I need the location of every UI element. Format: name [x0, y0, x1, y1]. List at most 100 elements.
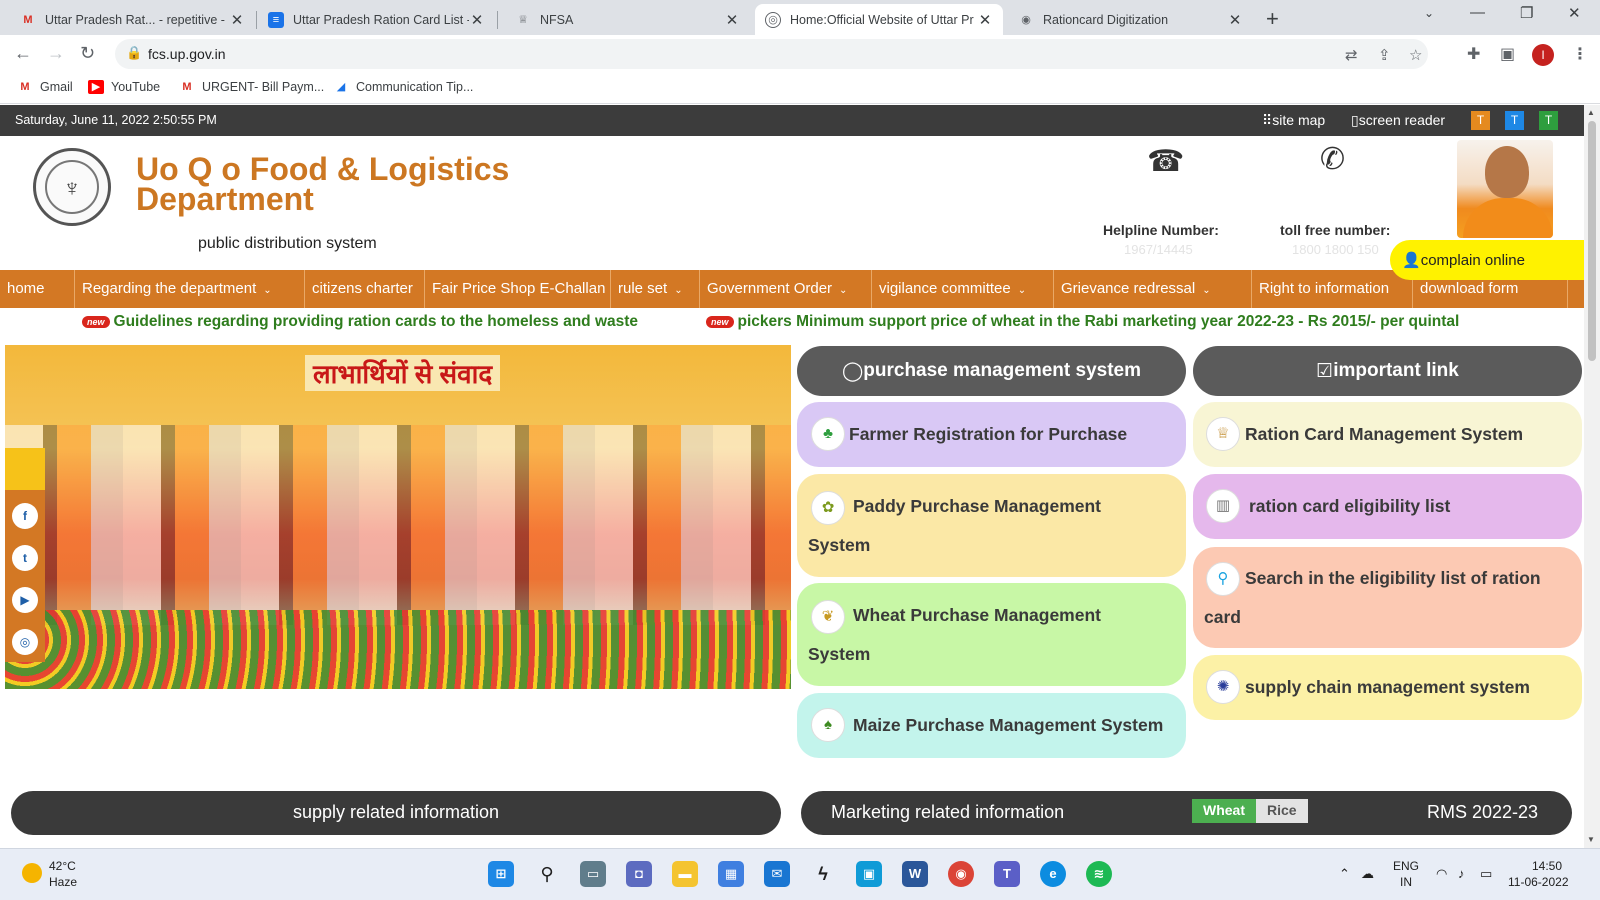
card-wheat-purchase[interactable]: ❦ Wheat Purchase Management System — [797, 583, 1186, 686]
chrome-icon[interactable]: ◉ — [948, 861, 974, 887]
scrollbar-thumb[interactable] — [1588, 121, 1596, 361]
restore-button[interactable]: ❐ — [1520, 4, 1533, 22]
search-icon[interactable]: ⚲ — [534, 861, 560, 887]
screen-reader-link[interactable]: ▯screen reader — [1351, 112, 1445, 129]
nav-home[interactable]: home — [0, 270, 75, 308]
news-item[interactable]: new pickers Minimum support price of whe… — [706, 313, 1459, 331]
close-icon[interactable]: ✕ — [977, 11, 993, 29]
language-indicator[interactable]: ENG — [1393, 859, 1419, 873]
scroll-up-icon[interactable]: ▲ — [1587, 108, 1595, 117]
font-size-normal-button[interactable]: T — [1505, 111, 1524, 130]
address-bar[interactable]: 🔒 fcs.up.gov.in ⇄ ⇪ ☆ — [115, 39, 1428, 69]
reload-icon[interactable]: ↻ — [80, 43, 95, 64]
nav-fair-price-shop-e-challan[interactable]: Fair Price Shop E-Challan — [425, 270, 611, 308]
card-ration-card-management[interactable]: ♕ Ration Card Management System — [1193, 402, 1582, 467]
department-emblem-logo[interactable]: ♆ — [33, 148, 111, 226]
supply-info-heading: supply related information — [11, 791, 781, 835]
bolt-app-icon[interactable]: ϟ — [810, 861, 836, 887]
close-icon[interactable]: ✕ — [724, 11, 740, 29]
lock-icon[interactable]: 🔒 — [126, 45, 142, 61]
volume-icon[interactable]: ♪ — [1458, 866, 1465, 881]
file-explorer-icon[interactable]: ▬ — [672, 861, 698, 887]
complain-online-label: complain online — [1420, 251, 1525, 269]
battery-icon[interactable]: ▭ — [1480, 866, 1492, 882]
menu-kebab-icon[interactable]: ⋮ — [1572, 44, 1588, 64]
news-item[interactable]: new Guidelines regarding providing ratio… — [82, 313, 638, 331]
url-text[interactable]: fcs.up.gov.in — [148, 46, 226, 62]
complain-online-button[interactable]: 👤 complain online — [1390, 240, 1584, 280]
back-icon[interactable]: ← — [14, 43, 32, 64]
edge-icon[interactable]: e — [1040, 861, 1066, 887]
tab-gmail[interactable]: M Uttar Pradesh Rat... - repetitive - ✕ — [10, 4, 255, 35]
page-scrollbar[interactable]: ▲ ▼ — [1584, 105, 1600, 848]
twitter-icon[interactable]: t — [12, 545, 38, 571]
youtube-icon[interactable]: ▶ — [12, 587, 38, 613]
instagram-icon[interactable]: ◎ — [12, 629, 38, 655]
bookmark-urgent-bill[interactable]: M URGENT- Bill Paym... — [179, 80, 324, 94]
tab-title: Uttar Pradesh Ration Card List - ( — [293, 12, 469, 27]
tab-nfsa[interactable]: ♕ NFSA ✕ — [505, 4, 750, 35]
word-icon[interactable]: W — [902, 861, 928, 887]
hero-slider-image[interactable]: लाभार्थियों से संवाद — [5, 345, 791, 689]
nav-citizens-charter[interactable]: citizens charter — [305, 270, 425, 308]
chevron-down-icon: ⌄ — [839, 285, 848, 296]
nav-government-order[interactable]: Government Order ⌄ — [700, 270, 872, 308]
facebook-icon[interactable]: f — [12, 503, 38, 529]
weather-description[interactable]: Haze — [49, 875, 77, 889]
side-panel-icon[interactable]: ▣ — [1500, 44, 1515, 64]
scroll-down-icon[interactable]: ▼ — [1587, 835, 1595, 844]
card-maize-purchase[interactable]: ♠ Maize Purchase Management System — [797, 693, 1186, 758]
spotify-icon[interactable]: ≋ — [1086, 861, 1112, 887]
tab-fcs-active[interactable]: ◎ Home:Official Website of Uttar Pr ✕ — [755, 4, 1003, 35]
nav-right-to-information[interactable]: Right to information — [1252, 270, 1413, 308]
font-size-increase-button[interactable]: T — [1539, 111, 1558, 130]
card-supply-chain[interactable]: ✺ supply chain management system — [1193, 655, 1582, 720]
nav-grievance-redressal[interactable]: Grievance redressal ⌄ — [1054, 270, 1252, 308]
mail-icon[interactable]: ✉ — [764, 861, 790, 887]
close-icon[interactable]: ✕ — [469, 11, 485, 29]
profile-avatar[interactable]: I — [1532, 44, 1554, 66]
bookmark-gmail[interactable]: M Gmail — [17, 80, 72, 94]
tab-rationcard[interactable]: ◉ Rationcard Digitization ✕ — [1008, 4, 1253, 35]
nav-regarding-the-department[interactable]: Regarding the department ⌄ — [75, 270, 305, 308]
nav-vigilance-committee[interactable]: vigilance committee ⌄ — [872, 270, 1054, 308]
new-tab-button[interactable]: + — [1266, 6, 1279, 32]
chat-icon[interactable]: ◘ — [626, 861, 652, 887]
forward-icon[interactable]: → — [47, 43, 65, 64]
toggle-wheat[interactable]: Wheat — [1192, 799, 1256, 823]
card-search-eligibility[interactable]: ⚲ Search in the eligibility list of rati… — [1193, 547, 1582, 648]
clock-time[interactable]: 14:50 — [1532, 859, 1562, 873]
weather-sun-icon[interactable] — [22, 863, 42, 883]
language-region[interactable]: IN — [1400, 875, 1412, 889]
close-icon[interactable]: ✕ — [1227, 11, 1243, 29]
toggle-rice[interactable]: Rice — [1256, 799, 1308, 823]
font-size-decrease-button[interactable]: T — [1471, 111, 1490, 130]
nav-rule-set[interactable]: rule set ⌄ — [611, 270, 700, 308]
tab-search-icon[interactable]: ⌄ — [1424, 6, 1434, 20]
teams-icon[interactable]: T — [994, 861, 1020, 887]
wifi-icon[interactable]: ◠ — [1436, 866, 1447, 882]
sitemap-link[interactable]: ⠿site map — [1262, 112, 1325, 129]
card-eligibility-list[interactable]: ▥ ration card eligibility list — [1193, 474, 1582, 539]
desktop-app-icon[interactable]: ▣ — [856, 861, 882, 887]
extensions-icon[interactable]: ✚ — [1467, 44, 1480, 64]
chevron-up-icon[interactable]: ⌃ — [1339, 866, 1350, 882]
card-farmer-registration[interactable]: ♣ Farmer Registration for Purchase — [797, 402, 1186, 467]
close-icon[interactable]: ✕ — [229, 11, 245, 29]
store-icon[interactable]: ▦ — [718, 861, 744, 887]
share-icon[interactable]: ⇪ — [1378, 46, 1391, 64]
onedrive-icon[interactable]: ☁ — [1361, 866, 1374, 882]
bookmark-youtube[interactable]: ▶ YouTube — [88, 80, 160, 94]
bookmark-star-icon[interactable]: ☆ — [1409, 46, 1422, 64]
sitemap-label: site map — [1272, 112, 1326, 128]
translate-icon[interactable]: ⇄ — [1345, 46, 1358, 64]
card-paddy-purchase[interactable]: ✿ Paddy Purchase Management System — [797, 474, 1186, 577]
start-windows-icon[interactable]: ⊞ — [488, 861, 514, 887]
clock-date[interactable]: 11-06-2022 — [1508, 875, 1569, 889]
weather-temperature[interactable]: 42°C — [49, 859, 76, 873]
task-view-icon[interactable]: ▭ — [580, 861, 606, 887]
minimize-button[interactable]: — — [1470, 4, 1485, 21]
window-close-button[interactable]: ✕ — [1568, 4, 1581, 22]
bookmark-communication[interactable]: ◢ Communication Tip... — [333, 80, 474, 94]
tab-docs[interactable]: ≡ Uttar Pradesh Ration Card List - ( ✕ — [258, 4, 495, 35]
